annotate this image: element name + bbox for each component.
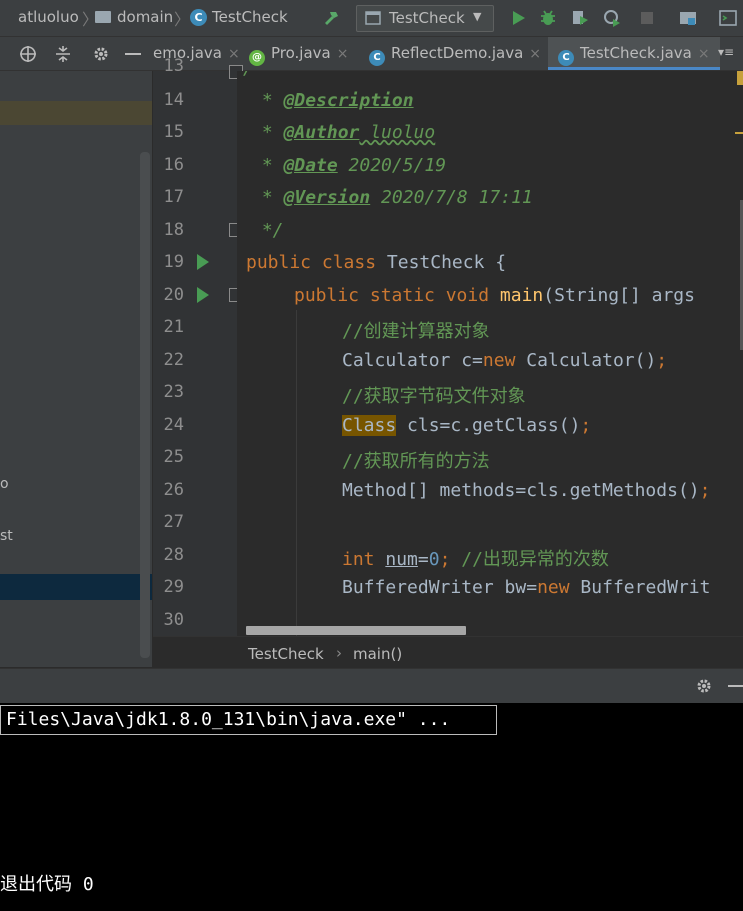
line-number: 20 — [163, 285, 184, 305]
code-line-18: */ — [251, 220, 284, 241]
line-number: 25 — [163, 447, 184, 467]
java-class-icon: C — [558, 50, 574, 66]
line-number: 28 — [163, 545, 184, 565]
java-class-icon: C — [369, 50, 385, 66]
profiler-icon[interactable] — [602, 8, 622, 28]
line-number: 30 — [163, 610, 184, 630]
code-line-16: * @Date 2020/5/19 — [251, 155, 447, 176]
chevron-down-icon: ▼ — [473, 10, 482, 23]
tab-overflow-menu-icon[interactable]: ▾≡ — [718, 45, 734, 59]
application-icon — [365, 11, 381, 25]
tree-item-fragment[interactable]: st — [0, 528, 13, 544]
editor-tab-bar: emo.java × @ Pro.java × C ReflectDemo.java × … — [0, 37, 743, 71]
target-icon[interactable] — [19, 45, 37, 63]
nav-crumb-package[interactable]: domain — [117, 8, 173, 26]
run-gutter-icon[interactable] — [197, 287, 209, 303]
tab-pro[interactable]: @ Pro.java × — [249, 37, 348, 70]
tab-label: TestCheck.java — [580, 44, 692, 62]
line-number: 17 — [163, 187, 184, 207]
stop-icon[interactable] — [637, 8, 657, 28]
line-number: 21 — [163, 317, 184, 337]
code-line-22: Calculator c=new Calculator(); — [342, 350, 668, 371]
tree-row-selected[interactable] — [0, 574, 152, 600]
run-tool-window-header — [0, 668, 743, 703]
code-line-25: //获取所有的方法 — [342, 451, 490, 472]
run-icon[interactable] — [508, 8, 528, 28]
chevron-right-icon: 〉 — [174, 10, 191, 29]
code-line-20: public static void main(String[] args — [294, 285, 695, 306]
line-number: 14 — [163, 90, 184, 110]
error-stripe-marker[interactable] — [735, 132, 743, 134]
tab-label: ReflectDemo.java — [391, 44, 524, 62]
close-icon[interactable]: × — [529, 46, 541, 62]
line-number: 18 — [163, 220, 184, 240]
project-structure-icon[interactable] — [678, 8, 698, 28]
code-line-29: BufferedWriter bw=new BufferedWrit — [342, 577, 711, 598]
run-configuration-label: TestCheck — [389, 9, 465, 27]
code-line-14: * @Description — [251, 90, 414, 111]
code-breadcrumb: TestCheck › main() — [153, 636, 743, 669]
terminal-icon[interactable] — [718, 8, 738, 28]
line-number: 19 — [163, 252, 184, 272]
line-number: 27 — [163, 512, 184, 532]
tab-testcheck[interactable]: C TestCheck.java × — [548, 37, 720, 70]
scrollbar[interactable] — [140, 152, 150, 658]
breadcrumb-class[interactable]: TestCheck — [248, 645, 324, 663]
folder-icon — [95, 11, 111, 23]
code-line-17: * @Version 2020/7/8 17:11 — [251, 187, 533, 208]
gear-icon[interactable] — [695, 677, 713, 695]
debug-bug-icon[interactable] — [538, 8, 558, 28]
annotation-icon: @ — [249, 50, 265, 66]
tab-reflectdemo[interactable]: C ReflectDemo.java × — [369, 37, 541, 70]
code-line-26: Method[] methods=cls.getMethods(); — [342, 480, 711, 501]
line-number: 15 — [163, 122, 184, 142]
nav-crumb-class[interactable]: TestCheck — [212, 8, 288, 26]
close-icon[interactable]: × — [698, 46, 710, 62]
tree-item-fragment[interactable]: o — [0, 476, 9, 492]
horizontal-scrollbar[interactable] — [246, 626, 466, 635]
console-command-line[interactable]: Files\Java\jdk1.8.0_131\bin\java.exe" ..… — [0, 705, 497, 735]
close-icon[interactable]: × — [337, 46, 349, 62]
code-line-13: / — [243, 71, 254, 79]
code-line-28: int num=0; //出现异常的次数 — [342, 549, 609, 570]
breadcrumb-method[interactable]: main() — [353, 645, 402, 663]
code-line-21: //创建计算器对象 — [342, 321, 490, 342]
java-class-icon: C — [190, 9, 207, 26]
tree-row-highlighted[interactable] — [0, 101, 152, 125]
error-stripe-marker[interactable] — [737, 71, 743, 85]
project-tool-window: o st — [0, 71, 152, 667]
line-number: 24 — [163, 415, 184, 435]
code-line-19: public class TestCheck { — [246, 252, 507, 273]
tab-label: Pro.java — [271, 44, 331, 62]
line-number: 29 — [163, 577, 184, 597]
console-exit-message: 退出代码 0 — [0, 874, 94, 895]
line-number: 22 — [163, 350, 184, 370]
build-hammer-icon[interactable] — [321, 8, 341, 28]
collapse-all-icon[interactable] — [54, 45, 72, 63]
navigation-bar: atluoluo 〉 domain 〉 C TestCheck TestChec… — [0, 0, 743, 37]
minimize-icon[interactable] — [728, 685, 743, 687]
code-editor[interactable]: / * @Description * @Author luoluo * @Dat… — [237, 71, 743, 636]
line-number: 26 — [163, 480, 184, 500]
indent-guide — [296, 310, 297, 636]
breadcrumb-separator: › — [336, 644, 342, 662]
close-icon[interactable]: × — [228, 46, 240, 62]
line-number: 13 — [163, 56, 184, 76]
coverage-icon[interactable] — [570, 8, 590, 28]
code-line-23: //获取字节码文件对象 — [342, 386, 526, 407]
run-gutter-icon[interactable] — [197, 254, 209, 270]
minimize-icon[interactable] — [125, 53, 141, 55]
run-configuration-select[interactable]: TestCheck ▼ — [356, 5, 494, 32]
code-line-24: Class cls=c.getClass(); — [342, 415, 592, 436]
code-line-15: * @Author luoluo — [251, 122, 436, 143]
nav-crumb-module[interactable]: atluoluo — [18, 8, 79, 26]
line-number: 23 — [163, 382, 184, 402]
console-command-text: Files\Java\jdk1.8.0_131\bin\java.exe" ..… — [6, 709, 451, 730]
gear-icon[interactable] — [92, 45, 110, 63]
line-number: 16 — [163, 155, 184, 175]
